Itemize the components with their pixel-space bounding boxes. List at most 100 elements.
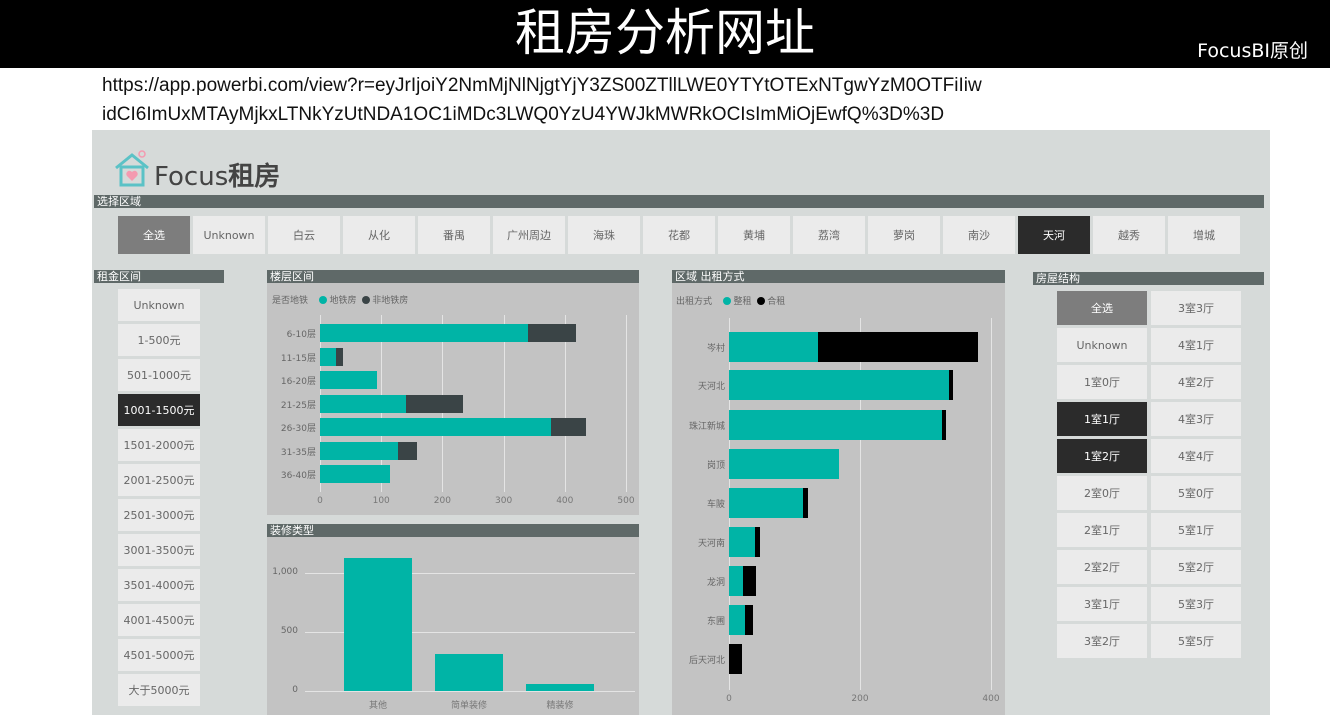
page-title: 租房分析网址 (515, 4, 815, 62)
slicer-option[interactable]: 3001-3500元 (118, 534, 200, 566)
slicer-option[interactable]: 南沙 (943, 216, 1015, 254)
bar-segment[interactable] (320, 348, 336, 366)
slicer-option[interactable]: 2室2厅 (1057, 550, 1147, 584)
slicer-option[interactable]: 3501-4000元 (118, 569, 200, 601)
slicer-option[interactable]: 5室0厅 (1151, 476, 1241, 510)
bar-segment[interactable] (320, 418, 551, 436)
bar-segment[interactable] (550, 418, 587, 436)
bar-segment[interactable] (729, 527, 756, 557)
slicer-option[interactable]: 4室1厅 (1151, 328, 1241, 362)
bar-segment[interactable] (729, 644, 743, 674)
bar[interactable] (344, 557, 412, 691)
bar-segment[interactable] (818, 332, 978, 362)
room-slicer: 全选 3室3厅 Unknown 4室1厅 1室0厅 4室2厅 1室1厅 4室3厅 1室2厅 4室4… (1057, 291, 1241, 658)
slicer-option[interactable]: 全选 (118, 216, 190, 254)
bar-segment[interactable] (729, 332, 819, 362)
slicer-option[interactable]: 萝岗 (868, 216, 940, 254)
slicer-option[interactable]: 2501-3000元 (118, 499, 200, 531)
bar[interactable] (435, 654, 503, 691)
bar-segment[interactable] (320, 465, 390, 483)
bar-segment[interactable] (528, 324, 576, 342)
slicer-option[interactable]: 2001-2500元 (118, 464, 200, 496)
bar-segment[interactable] (744, 605, 754, 635)
bar-segment[interactable] (949, 370, 953, 400)
slicer-option[interactable]: Unknown (118, 289, 200, 321)
legend-item[interactable]: 合租 (767, 297, 785, 307)
bar-segment[interactable] (729, 488, 803, 518)
y-tick-label: 后天河北 (688, 656, 725, 666)
slicer-option[interactable]: 3室3厅 (1151, 291, 1241, 325)
bar-segment[interactable] (729, 449, 840, 479)
bar-segment[interactable] (397, 442, 417, 460)
bar-segment[interactable] (729, 566, 743, 596)
bar-segment[interactable] (406, 395, 464, 413)
bar-segment[interactable] (320, 371, 377, 389)
slicer-option[interactable]: 2室1厅 (1057, 513, 1147, 547)
slicer-option[interactable]: 1室1厅 (1057, 402, 1147, 436)
legend-item[interactable]: 整租 (733, 297, 751, 307)
region-slicer-header: 选择区域 (94, 195, 1264, 208)
legend-item[interactable]: 地铁房 (329, 296, 356, 306)
slicer-option[interactable]: 4室2厅 (1151, 365, 1241, 399)
slicer-option[interactable]: 3室1厅 (1057, 587, 1147, 621)
bar-segment[interactable] (729, 410, 942, 440)
y-tick-label: 31-35层 (280, 448, 316, 458)
slicer-option[interactable]: 4室3厅 (1151, 402, 1241, 436)
y-tick-label: 岑村 (706, 344, 725, 354)
slicer-option[interactable]: 越秀 (1093, 216, 1165, 254)
slicer-option[interactable]: 4501-5000元 (118, 639, 200, 671)
gridline (305, 691, 635, 692)
x-tick-label: 200 (433, 496, 451, 506)
slicer-option[interactable]: 4室4厅 (1151, 439, 1241, 473)
slicer-option[interactable]: 5室5厅 (1151, 624, 1241, 658)
slicer-option[interactable]: 5室3厅 (1151, 587, 1241, 621)
slicer-option[interactable]: 番禺 (418, 216, 490, 254)
slicer-option[interactable]: 白云 (268, 216, 340, 254)
region-chart-legend: 出租方式 整租 合租 (676, 294, 785, 307)
slicer-option[interactable]: 大于5000元 (118, 674, 200, 706)
bar-segment[interactable] (729, 370, 950, 400)
slicer-option[interactable]: 从化 (343, 216, 415, 254)
slicer-option[interactable]: 1001-1500元 (118, 394, 200, 426)
legend-item[interactable]: 非地铁房 (372, 296, 408, 306)
slicer-option[interactable]: 增城 (1168, 216, 1240, 254)
report-url-line-2[interactable]: idCI6ImUxMTAyMjkxLTNkYzUtNDA1OC1iMDc3LWQ… (102, 104, 944, 126)
slicer-option[interactable]: 1501-2000元 (118, 429, 200, 461)
slicer-option[interactable]: 5室1厅 (1151, 513, 1241, 547)
x-tick-label: 400 (556, 496, 574, 506)
slicer-option[interactable]: 1室2厅 (1057, 439, 1147, 473)
report-url-line-1[interactable]: https://app.powerbi.com/view?r=eyJrIjoiY… (102, 75, 982, 97)
slicer-option[interactable]: 501-1000元 (118, 359, 200, 391)
y-tick-label: 龙洞 (706, 578, 725, 588)
bar-segment[interactable] (742, 566, 756, 596)
bar-segment[interactable] (320, 442, 398, 460)
bar-segment[interactable] (320, 324, 529, 342)
slicer-option[interactable]: 广州周边 (493, 216, 565, 254)
bar-segment[interactable] (335, 348, 343, 366)
slicer-option[interactable]: 全选 (1057, 291, 1147, 325)
slicer-option[interactable]: Unknown (193, 216, 265, 254)
slicer-option[interactable]: 1-500元 (118, 324, 200, 356)
slicer-option[interactable]: 3室2厅 (1057, 624, 1147, 658)
slicer-option[interactable]: 4001-4500元 (118, 604, 200, 636)
logo-text-cn: 租房 (228, 162, 281, 192)
bar-segment[interactable] (803, 488, 808, 518)
slicer-option[interactable]: 海珠 (568, 216, 640, 254)
bar-segment[interactable] (941, 410, 946, 440)
slicer-option[interactable]: 花都 (643, 216, 715, 254)
y-tick-label: 天河南 (697, 539, 725, 549)
bar-segment[interactable] (755, 527, 760, 557)
slicer-option[interactable]: 5室2厅 (1151, 550, 1241, 584)
slicer-option[interactable]: 荔湾 (793, 216, 865, 254)
slicer-option[interactable]: 2室0厅 (1057, 476, 1147, 510)
bar-segment[interactable] (320, 395, 407, 413)
slicer-option[interactable]: 天河 (1018, 216, 1090, 254)
y-tick-label: 天河北 (697, 382, 725, 392)
slicer-option[interactable]: 黄埔 (718, 216, 790, 254)
slicer-option[interactable]: Unknown (1057, 328, 1147, 362)
gridline (626, 315, 627, 492)
y-tick-label: 16-20层 (280, 377, 316, 387)
bar[interactable] (526, 684, 594, 691)
slicer-option[interactable]: 1室0厅 (1057, 365, 1147, 399)
bar-segment[interactable] (729, 605, 745, 635)
